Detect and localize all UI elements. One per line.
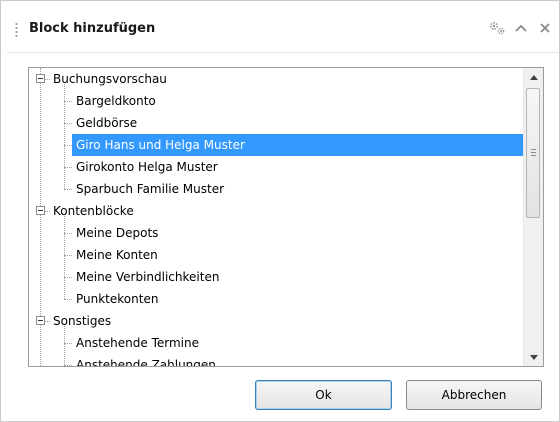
block-tree[interactable]: Buchungsvorschau Bargeldkonto Geldbörse Gir… xyxy=(28,67,544,367)
tree-group[interactable]: Buchungsvorschau xyxy=(49,68,171,90)
tree-item[interactable]: Sparbuch Familie Muster xyxy=(72,178,228,200)
tree-group[interactable]: Sonstiges xyxy=(49,310,115,332)
dialog-title: Block hinzufügen xyxy=(29,21,156,36)
tree-item[interactable]: Girokonto Helga Muster xyxy=(72,156,222,178)
tree-content: Buchungsvorschau Bargeldkonto Geldbörse Gir… xyxy=(29,68,523,366)
tree-group[interactable]: Kontenblöcke xyxy=(49,200,138,222)
tree-item[interactable]: Meine Verbindlichkeiten xyxy=(72,266,223,288)
drag-grip-icon[interactable] xyxy=(15,22,18,38)
scroll-down-arrow-icon[interactable] xyxy=(524,348,543,366)
chevron-up-icon[interactable] xyxy=(512,19,530,37)
tree-item[interactable]: Meine Depots xyxy=(72,222,162,244)
cancel-button[interactable]: Abbrechen xyxy=(406,380,542,410)
collapse-toggle-icon[interactable] xyxy=(36,316,45,325)
tree-item[interactable]: Bargeldkonto xyxy=(72,90,160,112)
tree-item[interactable]: Giro Hans und Helga Muster xyxy=(72,134,249,156)
title-bar: Block hinzufügen xyxy=(7,7,558,53)
tree-item[interactable]: Anstehende Zahlungen xyxy=(72,354,220,366)
scroll-thumb[interactable] xyxy=(526,88,540,218)
tree-scrollbar[interactable] xyxy=(523,68,543,366)
tree-item[interactable]: Anstehende Termine xyxy=(72,332,203,354)
tree-item[interactable]: Meine Konten xyxy=(72,244,162,266)
add-block-dialog: Block hinzufügen Buchungsvorschau Bargeld… xyxy=(0,0,560,422)
ok-button[interactable]: Ok xyxy=(255,380,392,410)
scroll-up-arrow-icon[interactable] xyxy=(524,68,543,86)
settings-gears-icon[interactable] xyxy=(488,19,506,37)
collapse-toggle-icon[interactable] xyxy=(36,206,45,215)
tree-item[interactable]: Geldbörse xyxy=(72,112,141,134)
collapse-toggle-icon[interactable] xyxy=(36,74,45,83)
tree-item[interactable]: Punktekonten xyxy=(72,288,162,310)
close-icon[interactable] xyxy=(536,19,554,37)
